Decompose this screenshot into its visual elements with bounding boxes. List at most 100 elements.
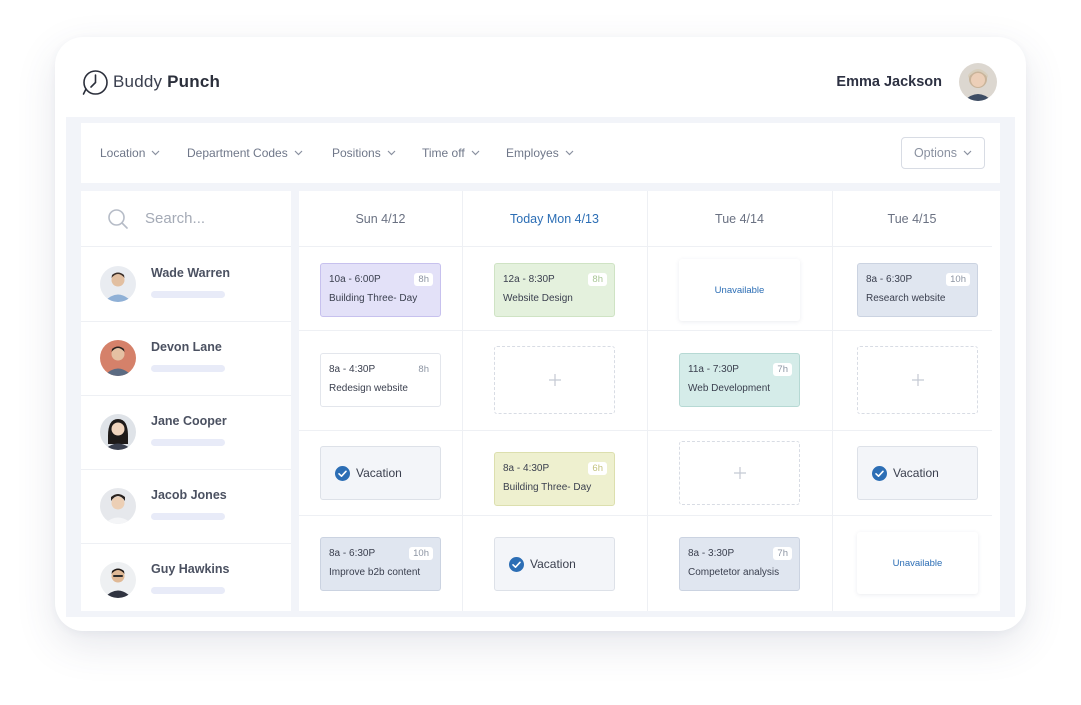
chevron-down-icon — [294, 150, 303, 156]
options-label: Options — [913, 146, 958, 160]
row-divider — [299, 515, 992, 516]
shift-task: Research website — [866, 293, 946, 304]
employee-placeholder-bar — [151, 291, 225, 298]
filter-department-codes[interactable]: Department Codes — [187, 123, 303, 183]
employee-avatar-icon — [100, 562, 136, 598]
shift-card[interactable]: 10a - 6:00P 8h Building Three- Day — [320, 263, 441, 317]
shift-card[interactable]: 12a - 8:30P 8h Website Design — [494, 263, 615, 317]
vacation-label: Vacation — [893, 466, 939, 480]
employee-placeholder-bar — [151, 365, 225, 372]
search-bar — [81, 191, 291, 247]
filter-employes[interactable]: Employes — [506, 123, 574, 183]
vacation-label: Vacation — [530, 557, 576, 571]
shift-card[interactable]: 8a - 3:30P 7h Competetor analysis — [679, 537, 800, 591]
employee-row[interactable]: Jacob Jones — [81, 470, 291, 544]
brand-name-bold: Punch — [167, 72, 221, 91]
shift-hours: 8h — [588, 273, 607, 286]
brand-name-light: Buddy — [113, 72, 163, 91]
vacation-card[interactable]: Vacation — [320, 446, 441, 500]
filter-label: Employes — [506, 146, 559, 160]
filter-label: Time off — [422, 146, 465, 160]
employee-row[interactable]: Jane Cooper — [81, 396, 291, 470]
shift-card[interactable]: 8a - 6:30P 10h Research website — [857, 263, 978, 317]
employee-placeholder-bar — [151, 513, 225, 520]
employee-name: Devon Lane — [151, 340, 222, 354]
shift-task: Website Design — [503, 293, 573, 304]
shift-card[interactable]: 11a - 7:30P 7h Web Development — [679, 353, 800, 407]
shift-task: Redesign website — [329, 383, 408, 394]
user-avatar-icon — [959, 63, 997, 101]
shift-time: 8a - 6:30P — [329, 548, 376, 559]
plus-icon — [911, 374, 924, 386]
schedule-grid: Sun 4/12 Today Mon 4/13 Tue 4/14 Tue 4/1… — [299, 191, 1000, 611]
shift-card[interactable]: 8a - 4:30P 8h Redesign website — [320, 353, 441, 407]
filter-label: Department Codes — [187, 146, 288, 160]
day-header-tue-4-15[interactable]: Tue 4/15 — [832, 191, 992, 247]
chevron-down-icon — [565, 150, 574, 156]
shift-hours: 7h — [773, 363, 792, 376]
avatar — [100, 266, 136, 302]
filter-label: Positions — [332, 146, 381, 160]
shift-time: 11a - 7:30P — [688, 364, 739, 375]
day-header-today[interactable]: Today Mon 4/13 — [462, 191, 647, 247]
brand-name: Buddy Punch — [113, 72, 220, 92]
search-icon — [108, 208, 128, 229]
shift-task: Building Three- Day — [329, 293, 418, 304]
column-divider — [832, 191, 833, 611]
vacation-card[interactable]: Vacation — [494, 537, 615, 591]
filter-time-off[interactable]: Time off — [422, 123, 480, 183]
shift-time: 12a - 8:30P — [503, 274, 555, 285]
shift-time: 8a - 6:30P — [866, 274, 913, 285]
day-header-tue-4-14[interactable]: Tue 4/14 — [647, 191, 832, 247]
employee-name: Jane Cooper — [151, 414, 227, 428]
clock-logo-icon — [82, 69, 108, 95]
add-shift-button[interactable] — [679, 441, 800, 505]
shift-hours: 10h — [409, 547, 433, 560]
avatar — [100, 414, 136, 450]
plus-icon — [733, 467, 746, 479]
shift-hours: 8h — [414, 363, 433, 376]
column-divider — [462, 191, 463, 611]
day-header-sun[interactable]: Sun 4/12 — [299, 191, 462, 247]
employee-sidebar: Wade Warren Devon Lane — [81, 191, 291, 611]
employee-placeholder-bar — [151, 439, 225, 446]
employee-name: Jacob Jones — [151, 488, 227, 502]
shift-hours: 7h — [773, 547, 792, 560]
shift-task: Improve b2b content — [329, 567, 421, 578]
top-bar: Buddy Punch Emma Jackson — [55, 37, 1026, 117]
filter-location[interactable]: Location — [100, 123, 160, 183]
search-input[interactable] — [145, 210, 275, 227]
unavailable-slot[interactable]: Unavailable — [857, 532, 978, 594]
add-shift-button[interactable] — [857, 346, 978, 414]
vacation-label: Vacation — [356, 466, 402, 480]
user-name: Emma Jackson — [836, 74, 942, 90]
shift-hours: 10h — [946, 273, 970, 286]
filter-positions[interactable]: Positions — [332, 123, 396, 183]
employee-name: Guy Hawkins — [151, 562, 230, 576]
filter-bar: Location Department Codes Positions Time… — [81, 123, 1000, 183]
employee-avatar-icon — [100, 414, 136, 450]
shift-hours: 6h — [588, 462, 607, 475]
chevron-down-icon — [387, 150, 396, 156]
vacation-card[interactable]: Vacation — [857, 446, 978, 500]
logo[interactable]: Buddy Punch — [82, 67, 220, 97]
employee-row[interactable]: Guy Hawkins — [81, 544, 291, 618]
employee-avatar-icon — [100, 488, 136, 524]
filter-label: Location — [100, 146, 146, 160]
shift-time: 10a - 6:00P — [329, 274, 381, 285]
employee-name: Wade Warren — [151, 266, 230, 280]
user-avatar[interactable] — [959, 63, 997, 101]
shift-hours: 8h — [414, 273, 433, 286]
employee-row[interactable]: Devon Lane — [81, 322, 291, 396]
chevron-down-icon — [963, 150, 972, 156]
shift-card[interactable]: 8a - 6:30P 10h Improve b2b content — [320, 537, 441, 591]
employee-row[interactable]: Wade Warren — [81, 248, 291, 322]
unavailable-slot[interactable]: Unavailable — [679, 259, 800, 321]
add-shift-button[interactable] — [494, 346, 615, 414]
employee-avatar-icon — [100, 340, 136, 376]
employee-placeholder-bar — [151, 587, 225, 594]
options-button[interactable]: Options — [901, 137, 985, 169]
chevron-down-icon — [471, 150, 480, 156]
column-divider — [647, 191, 648, 611]
shift-card[interactable]: 8a - 4:30P 6h Building Three- Day — [494, 452, 615, 506]
